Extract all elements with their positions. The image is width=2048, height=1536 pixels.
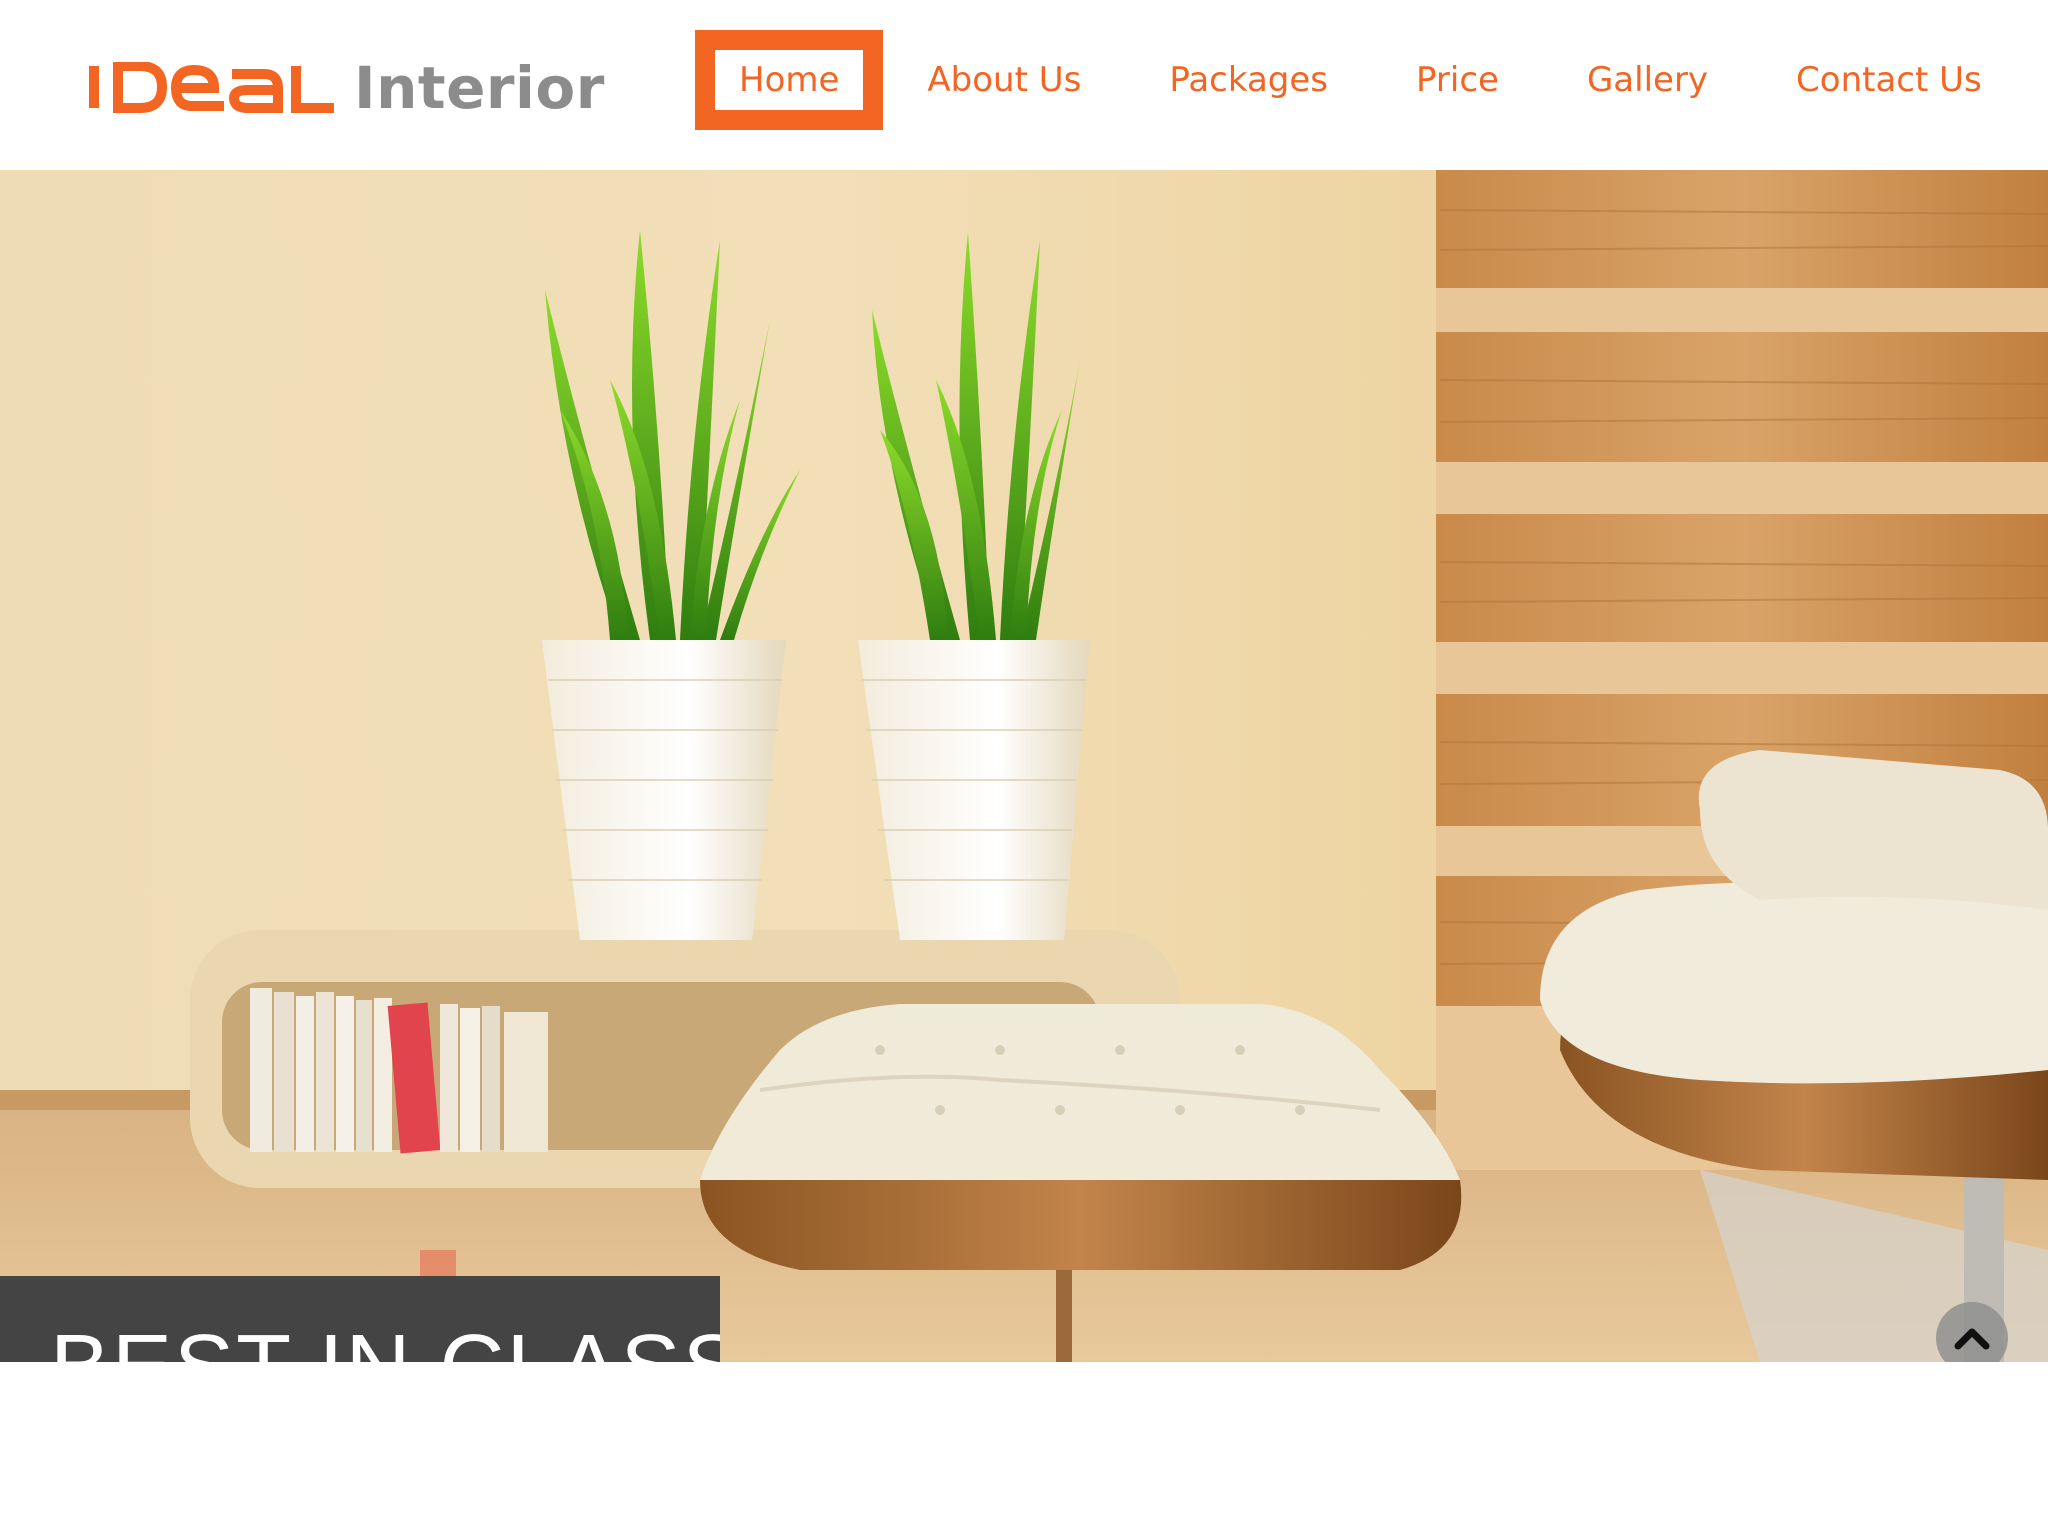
nav-home[interactable]: Home	[695, 30, 884, 130]
nav-gallery[interactable]: Gallery	[1587, 60, 1708, 100]
nav-price[interactable]: Price	[1416, 60, 1499, 100]
nav-contact-us[interactable]: Contact Us	[1796, 60, 1982, 100]
hero-banner: BEST IN CLASS	[0, 170, 2048, 1362]
nav-about-us[interactable]: About Us	[927, 60, 1081, 100]
chevron-up-icon	[1954, 1328, 1990, 1350]
logo[interactable]: Interior	[88, 48, 605, 128]
hero-image	[0, 170, 2048, 1362]
page-content-area	[0, 1362, 2048, 1536]
hero-caption: BEST IN CLASS	[0, 1276, 720, 1362]
brand-name: Interior	[354, 54, 605, 122]
nav-packages[interactable]: Packages	[1169, 60, 1328, 100]
ideal-logo-mark	[89, 62, 334, 113]
hero-caption-text: BEST IN CLASS	[50, 1316, 720, 1362]
site-header: Interior Home About Us Packages Price Ga…	[0, 0, 2048, 170]
main-nav: Home About Us Packages Price Gallery Con…	[695, 30, 1982, 130]
